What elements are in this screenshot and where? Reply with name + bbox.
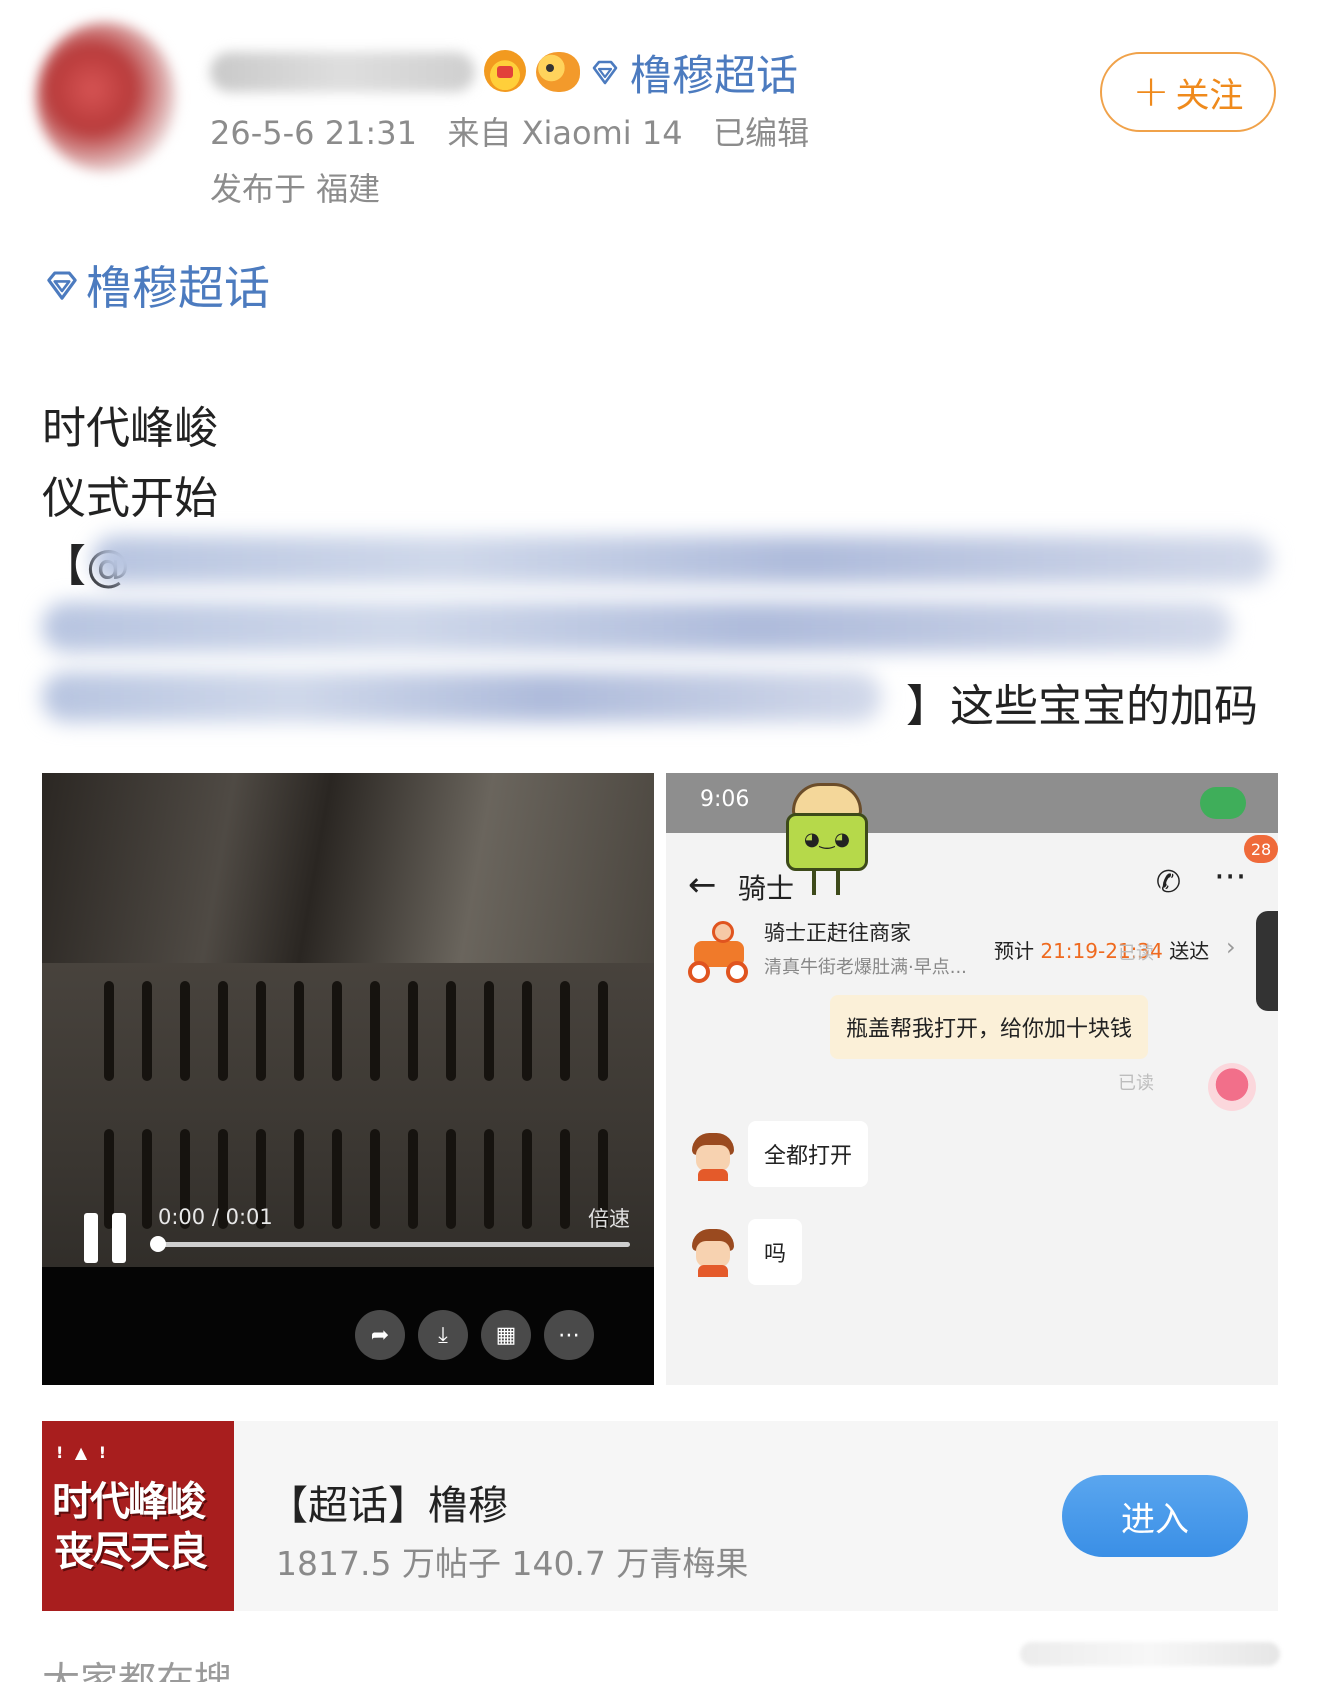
video-progress-bar[interactable] [158,1242,630,1247]
post-timestamp: 26-5-6 21:31 [210,114,417,152]
post-meta: 26-5-6 21:31 来自 Xiaomi 14 已编辑 [210,108,809,154]
trending-searches-heading: 大家都在搜 [42,1659,233,1682]
diamond-icon [47,271,77,300]
chevron-right-icon: › [1226,933,1236,961]
header-topic-label: 橹穆超话 [630,50,799,100]
video-frame-top [42,773,654,963]
fish-badge-icon [536,52,580,92]
follow-label: 关注 [1175,75,1244,116]
side-handle [1256,911,1278,1011]
my-avatar [1208,1063,1256,1111]
pause-icon[interactable] [84,1213,130,1263]
grate-slot [560,981,570,1081]
grate-slot [560,1129,570,1229]
video-time: 0:00 / 0:01 [158,1205,273,1229]
chat-screenshot-image[interactable]: 9:06 ← 骑士 ✆ ··· 28 ◕‿◕ 骑士正赶往商家 清真牛街老爆肚满·… [666,773,1278,1385]
unread-badge: 28 [1244,835,1278,863]
topic-tag-link[interactable]: 橹穆超话 [44,252,270,318]
supertopic-title: 【超话】橹穆 [268,1483,508,1529]
phone-icon: ✆ [1156,865,1182,900]
toast-sticker-icon: ◕‿◕ [786,783,868,901]
rider-avatar [688,1129,738,1181]
post-edited[interactable]: 已编辑 [713,114,809,152]
grate-slot [370,981,380,1081]
cover-line: 丧尽天良 [54,1529,208,1575]
post-source: 来自 Xiaomi 14 [447,114,683,152]
grate-slot [598,981,608,1081]
read-status: 已读 [1118,1073,1154,1094]
my-message-bubble: 瓶盖帮我打开，给你加十块钱 [830,995,1149,1059]
video-progress-knob[interactable] [150,1236,166,1252]
more-icon: ··· [1214,857,1247,897]
grate-slot [522,981,532,1081]
mic-icon [1200,787,1246,819]
download-icon[interactable]: ⤓ [418,1310,468,1360]
post-text-line: 时代峰峻 [42,403,218,454]
grate-slot [484,1129,494,1229]
grate-slot [294,1129,304,1229]
mention-links-blurred[interactable] [42,672,882,722]
crown-badge-icon [484,50,526,92]
follow-button[interactable]: + 关注 [1100,52,1276,132]
diamond-icon [592,60,618,85]
post-location: 发布于 福建 [210,170,381,208]
back-icon: ← [688,865,717,905]
watermark [1020,1642,1280,1666]
video-player[interactable]: 0:00 / 0:01 倍速 ➦ ⤓ ▦ ⋯ [42,773,654,1385]
grate-slot [484,981,494,1081]
enter-button[interactable]: 进入 [1062,1475,1248,1557]
grate-slot [142,1129,152,1229]
mentions-block: 【@ 】这些宝宝的加码 [42,530,1272,732]
grate-slot [256,981,266,1081]
grate-slot [408,981,418,1081]
grate-slot [142,981,152,1081]
order-title: 骑士正赶往商家 [764,921,911,945]
grate-slot [104,981,114,1081]
share-icon[interactable]: ➦ [355,1310,405,1360]
supertopic-cover-image: ! ▲ ! 时代峰峻 丧尽天良 [42,1421,234,1611]
post-text-line: 仪式开始 [42,473,218,524]
grate-slot [446,981,456,1081]
grate-slot [446,1129,456,1229]
grid-icon[interactable]: ▦ [481,1310,531,1360]
rider-message-bubble: 吗 [748,1219,803,1285]
grate-slot [522,1129,532,1229]
mention-links-blurred[interactable] [42,602,1232,652]
status-bar [666,773,1278,833]
topic-tag-label: 橹穆超话 [86,261,270,315]
speed-button[interactable]: 倍速 [588,1203,630,1233]
supertopic-stats: 1817.5 万帖子 140.7 万青梅果 [276,1544,749,1583]
grate-slot [294,981,304,1081]
read-status: 已读 [1118,943,1154,964]
header-topic-link[interactable]: 橹穆超话 [590,44,798,100]
order-eta: 预计 21:19-21:34 送达 [994,939,1210,963]
order-subtitle: 清真牛街老爆肚满·早点... [764,957,967,978]
grate-slot [408,1129,418,1229]
grate-slot [370,1129,380,1229]
supertopic-card[interactable]: ! ▲ ! 时代峰峻 丧尽天良 【超话】橹穆 1817.5 万帖子 140.7 … [42,1421,1278,1611]
username-blurred[interactable] [210,52,475,92]
grate-slot [180,981,190,1081]
avatar[interactable] [36,22,176,172]
status-clock: 9:06 [700,787,750,812]
rider-message-bubble: 全都打开 [748,1121,869,1187]
plus-icon: + [1132,66,1170,117]
mention-links-blurred[interactable] [92,536,1272,584]
rider-scooter-icon [688,921,750,983]
grate-slot [332,1129,342,1229]
grate-slot [218,981,228,1081]
rider-avatar [688,1225,738,1277]
mention-close-text: 】这些宝宝的加码 [906,681,1258,732]
more-icon[interactable]: ⋯ [544,1310,594,1360]
grate-slot [332,981,342,1081]
